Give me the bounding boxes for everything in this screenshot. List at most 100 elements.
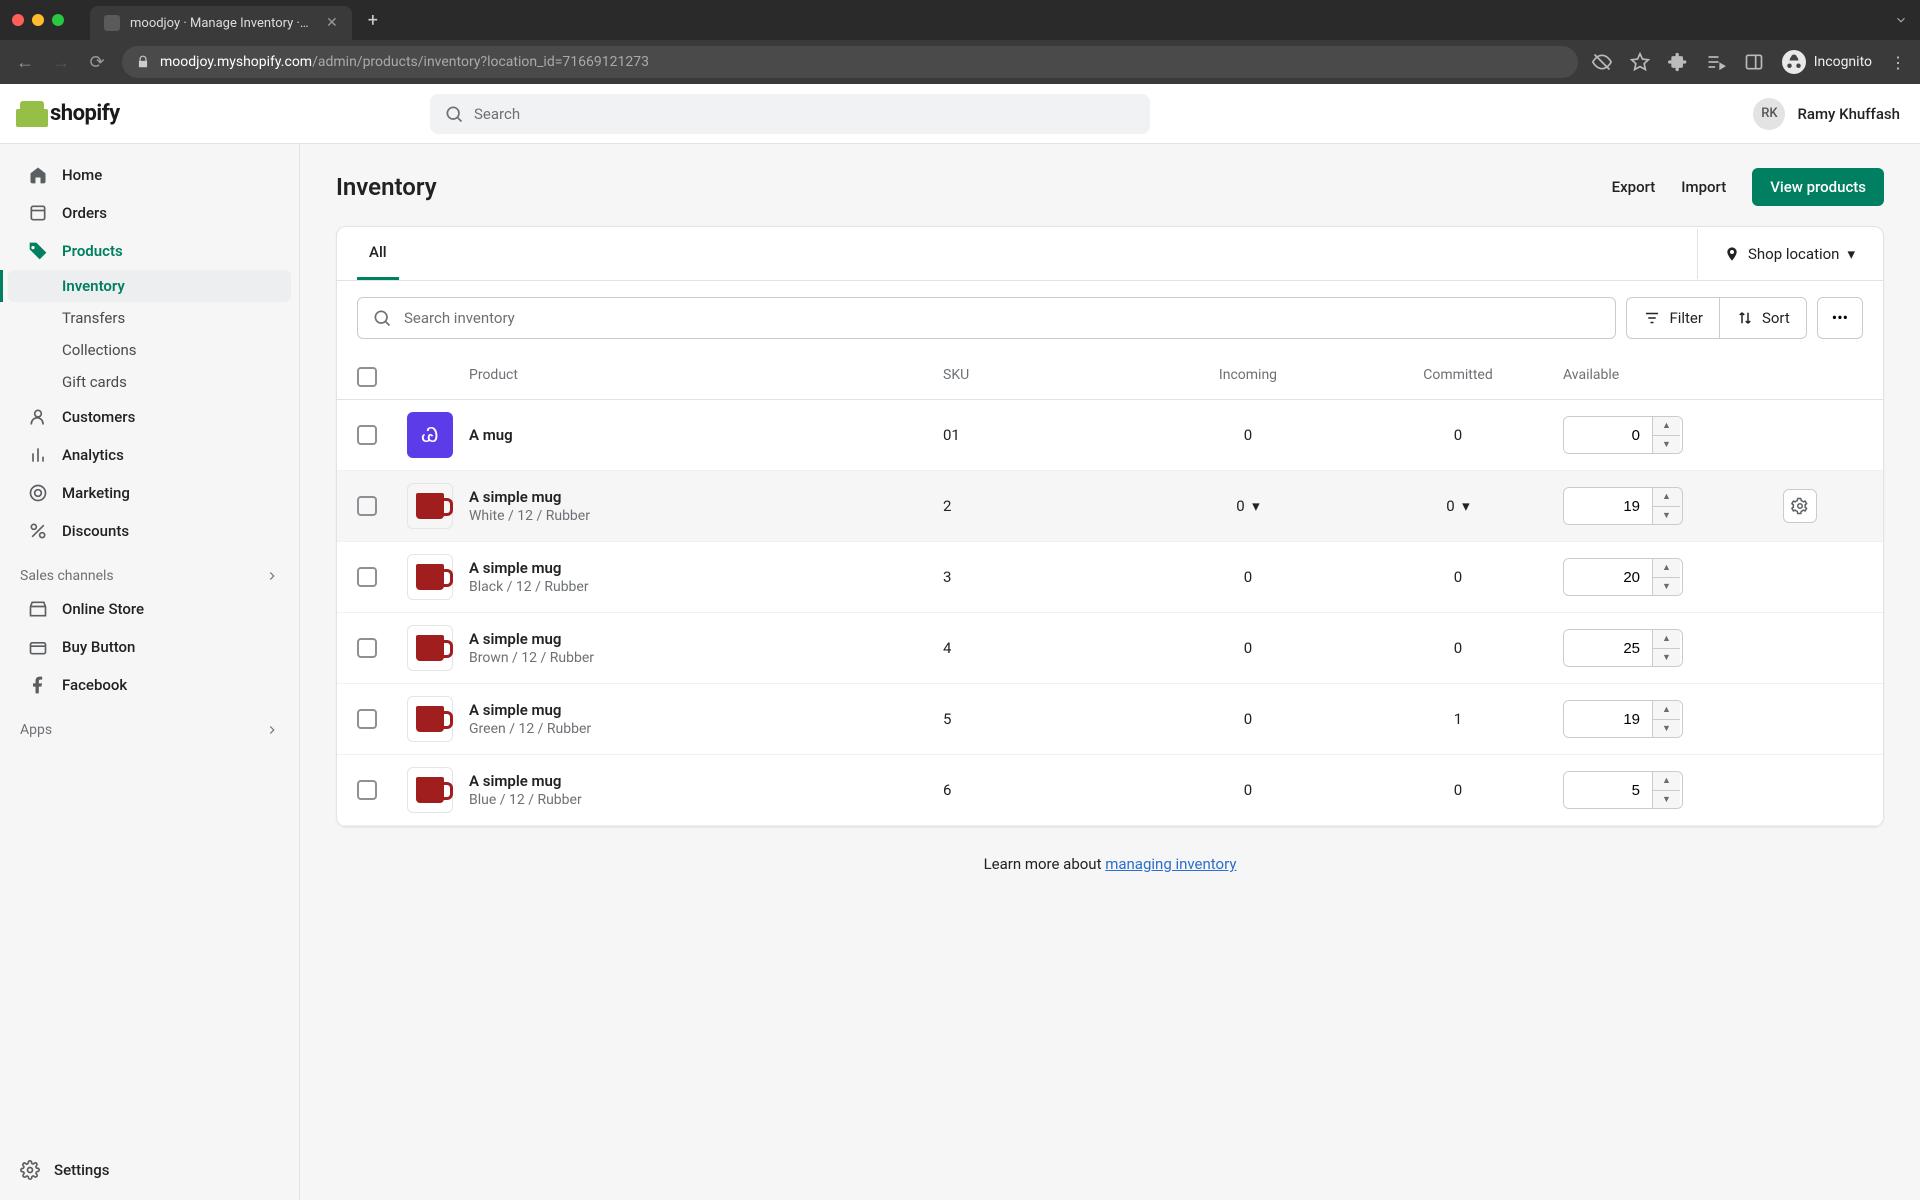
product-name[interactable]: A mug <box>469 426 943 444</box>
export-button[interactable]: Export <box>1612 178 1656 196</box>
row-checkbox[interactable] <box>357 709 377 729</box>
stepper-up[interactable]: ▲ <box>1653 630 1680 649</box>
back-button[interactable]: ← <box>14 52 36 73</box>
product-name[interactable]: A simple mug <box>469 559 943 577</box>
sidebar-item-products[interactable]: Products <box>8 233 291 269</box>
stepper-up[interactable]: ▲ <box>1653 488 1680 507</box>
available-stepper[interactable]: ▲▼ <box>1563 700 1683 738</box>
stepper-up[interactable]: ▲ <box>1653 701 1680 720</box>
sidebar-sub-transfers[interactable]: Transfers <box>8 302 291 334</box>
available-input[interactable] <box>1564 701 1652 737</box>
incoming-dropdown[interactable]: 0 ▾ <box>1236 497 1259 515</box>
table-row[interactable]: A simple mugBlack / 12 / Rubber300▲▼ <box>337 542 1883 613</box>
sidebar-channel-online-store[interactable]: Online Store <box>8 591 291 627</box>
sidebar-channel-facebook[interactable]: Facebook <box>8 667 291 703</box>
row-checkbox[interactable] <box>357 425 377 445</box>
table-row[interactable]: ᏊA mug0100▲▼ <box>337 400 1883 471</box>
sidebar-sub-gift-cards[interactable]: Gift cards <box>8 366 291 398</box>
view-products-button[interactable]: View products <box>1752 168 1884 206</box>
forward-button[interactable]: → <box>50 52 72 73</box>
col-available[interactable]: Available <box>1563 367 1783 387</box>
stepper-up[interactable]: ▲ <box>1653 772 1680 791</box>
product-name[interactable]: A simple mug <box>469 488 943 506</box>
committed-dropdown[interactable]: 0 ▾ <box>1446 497 1469 515</box>
browser-tab[interactable]: moodjoy · Manage Inventory · S ✕ <box>90 6 352 40</box>
stepper-down[interactable]: ▼ <box>1653 649 1680 667</box>
row-checkbox[interactable] <box>357 567 377 587</box>
sales-channels-header[interactable]: Sales channels <box>0 550 299 590</box>
incoming-value: 0 <box>1244 639 1252 657</box>
available-stepper[interactable]: ▲▼ <box>1563 629 1683 667</box>
available-input[interactable] <box>1564 559 1652 595</box>
location-selector[interactable]: Shop location ▾ <box>1697 229 1863 279</box>
sidebar-settings[interactable]: Settings <box>0 1146 299 1200</box>
available-stepper[interactable]: ▲▼ <box>1563 416 1683 454</box>
stepper-down[interactable]: ▼ <box>1653 436 1680 454</box>
table-row[interactable]: A simple mugWhite / 12 / Rubber20 ▾0 ▾▲▼ <box>337 471 1883 542</box>
maximize-window-button[interactable] <box>52 14 64 26</box>
sort-button[interactable]: Sort <box>1719 297 1807 339</box>
incognito-badge[interactable]: Incognito <box>1782 50 1872 74</box>
sidebar-item-home[interactable]: Home <box>8 157 291 193</box>
available-stepper[interactable]: ▲▼ <box>1563 558 1683 596</box>
row-checkbox[interactable] <box>357 780 377 800</box>
playlist-icon[interactable] <box>1706 52 1726 72</box>
table-row[interactable]: A simple mugBlue / 12 / Rubber600▲▼ <box>337 755 1883 826</box>
sidebar-sub-inventory[interactable]: Inventory <box>8 270 291 302</box>
close-window-button[interactable] <box>12 14 24 26</box>
import-button[interactable]: Import <box>1681 178 1726 196</box>
product-name[interactable]: A simple mug <box>469 630 943 648</box>
stepper-down[interactable]: ▼ <box>1653 720 1680 738</box>
col-sku[interactable]: SKU <box>943 367 1143 387</box>
col-product[interactable]: Product <box>469 367 943 387</box>
apps-header[interactable]: Apps <box>0 704 299 744</box>
sidebar-sub-collections[interactable]: Collections <box>8 334 291 366</box>
stepper-down[interactable]: ▼ <box>1653 507 1680 525</box>
minimize-window-button[interactable] <box>32 14 44 26</box>
row-checkbox[interactable] <box>357 638 377 658</box>
global-search[interactable]: Search <box>430 94 1150 134</box>
stepper-up[interactable]: ▲ <box>1653 417 1680 436</box>
search-inventory-input[interactable]: Search inventory <box>357 297 1616 339</box>
logo[interactable]: shopify <box>20 101 310 127</box>
tab-all[interactable]: All <box>357 227 399 280</box>
star-icon[interactable] <box>1630 52 1650 72</box>
stepper-down[interactable]: ▼ <box>1653 791 1680 809</box>
product-name[interactable]: A simple mug <box>469 772 943 790</box>
available-stepper[interactable]: ▲▼ <box>1563 487 1683 525</box>
product-name[interactable]: A simple mug <box>469 701 943 719</box>
managing-inventory-link[interactable]: managing inventory <box>1105 855 1236 873</box>
col-incoming[interactable]: Incoming <box>1143 367 1353 387</box>
stepper-up[interactable]: ▲ <box>1653 559 1680 578</box>
address-bar[interactable]: moodjoy.myshopify.com/admin/products/inv… <box>122 46 1578 78</box>
row-more-button[interactable] <box>1783 489 1817 523</box>
user-menu[interactable]: RK Ramy Khuffash <box>1753 98 1900 130</box>
select-all-checkbox[interactable] <box>357 367 377 387</box>
sidebar-item-analytics[interactable]: Analytics <box>8 437 291 473</box>
row-checkbox[interactable] <box>357 496 377 516</box>
col-committed[interactable]: Committed <box>1353 367 1563 387</box>
filter-button[interactable]: Filter <box>1626 297 1719 339</box>
table-row[interactable]: A simple mugBrown / 12 / Rubber400▲▼ <box>337 613 1883 684</box>
new-tab-button[interactable]: + <box>368 10 378 31</box>
available-input[interactable] <box>1564 772 1652 808</box>
available-input[interactable] <box>1564 417 1652 453</box>
sidebar-channel-buy-button[interactable]: Buy Button <box>8 629 291 665</box>
stepper-down[interactable]: ▼ <box>1653 578 1680 596</box>
available-input[interactable] <box>1564 488 1652 524</box>
sidebar-item-marketing[interactable]: Marketing <box>8 475 291 511</box>
kebab-menu-icon[interactable]: ⋮ <box>1890 53 1906 72</box>
panel-icon[interactable] <box>1744 52 1764 72</box>
extensions-icon[interactable] <box>1668 52 1688 72</box>
table-row[interactable]: A simple mugGreen / 12 / Rubber501▲▼ <box>337 684 1883 755</box>
eye-off-icon[interactable] <box>1592 52 1612 72</box>
sidebar-item-customers[interactable]: Customers <box>8 399 291 435</box>
more-actions-button[interactable]: ••• <box>1817 297 1863 339</box>
sidebar-item-discounts[interactable]: Discounts <box>8 513 291 549</box>
close-tab-icon[interactable]: ✕ <box>326 15 338 31</box>
reload-button[interactable]: ⟳ <box>86 52 108 73</box>
sidebar-item-orders[interactable]: Orders <box>8 195 291 231</box>
available-input[interactable] <box>1564 630 1652 666</box>
available-stepper[interactable]: ▲▼ <box>1563 771 1683 809</box>
tabs-dropdown-icon[interactable] <box>1894 13 1908 27</box>
